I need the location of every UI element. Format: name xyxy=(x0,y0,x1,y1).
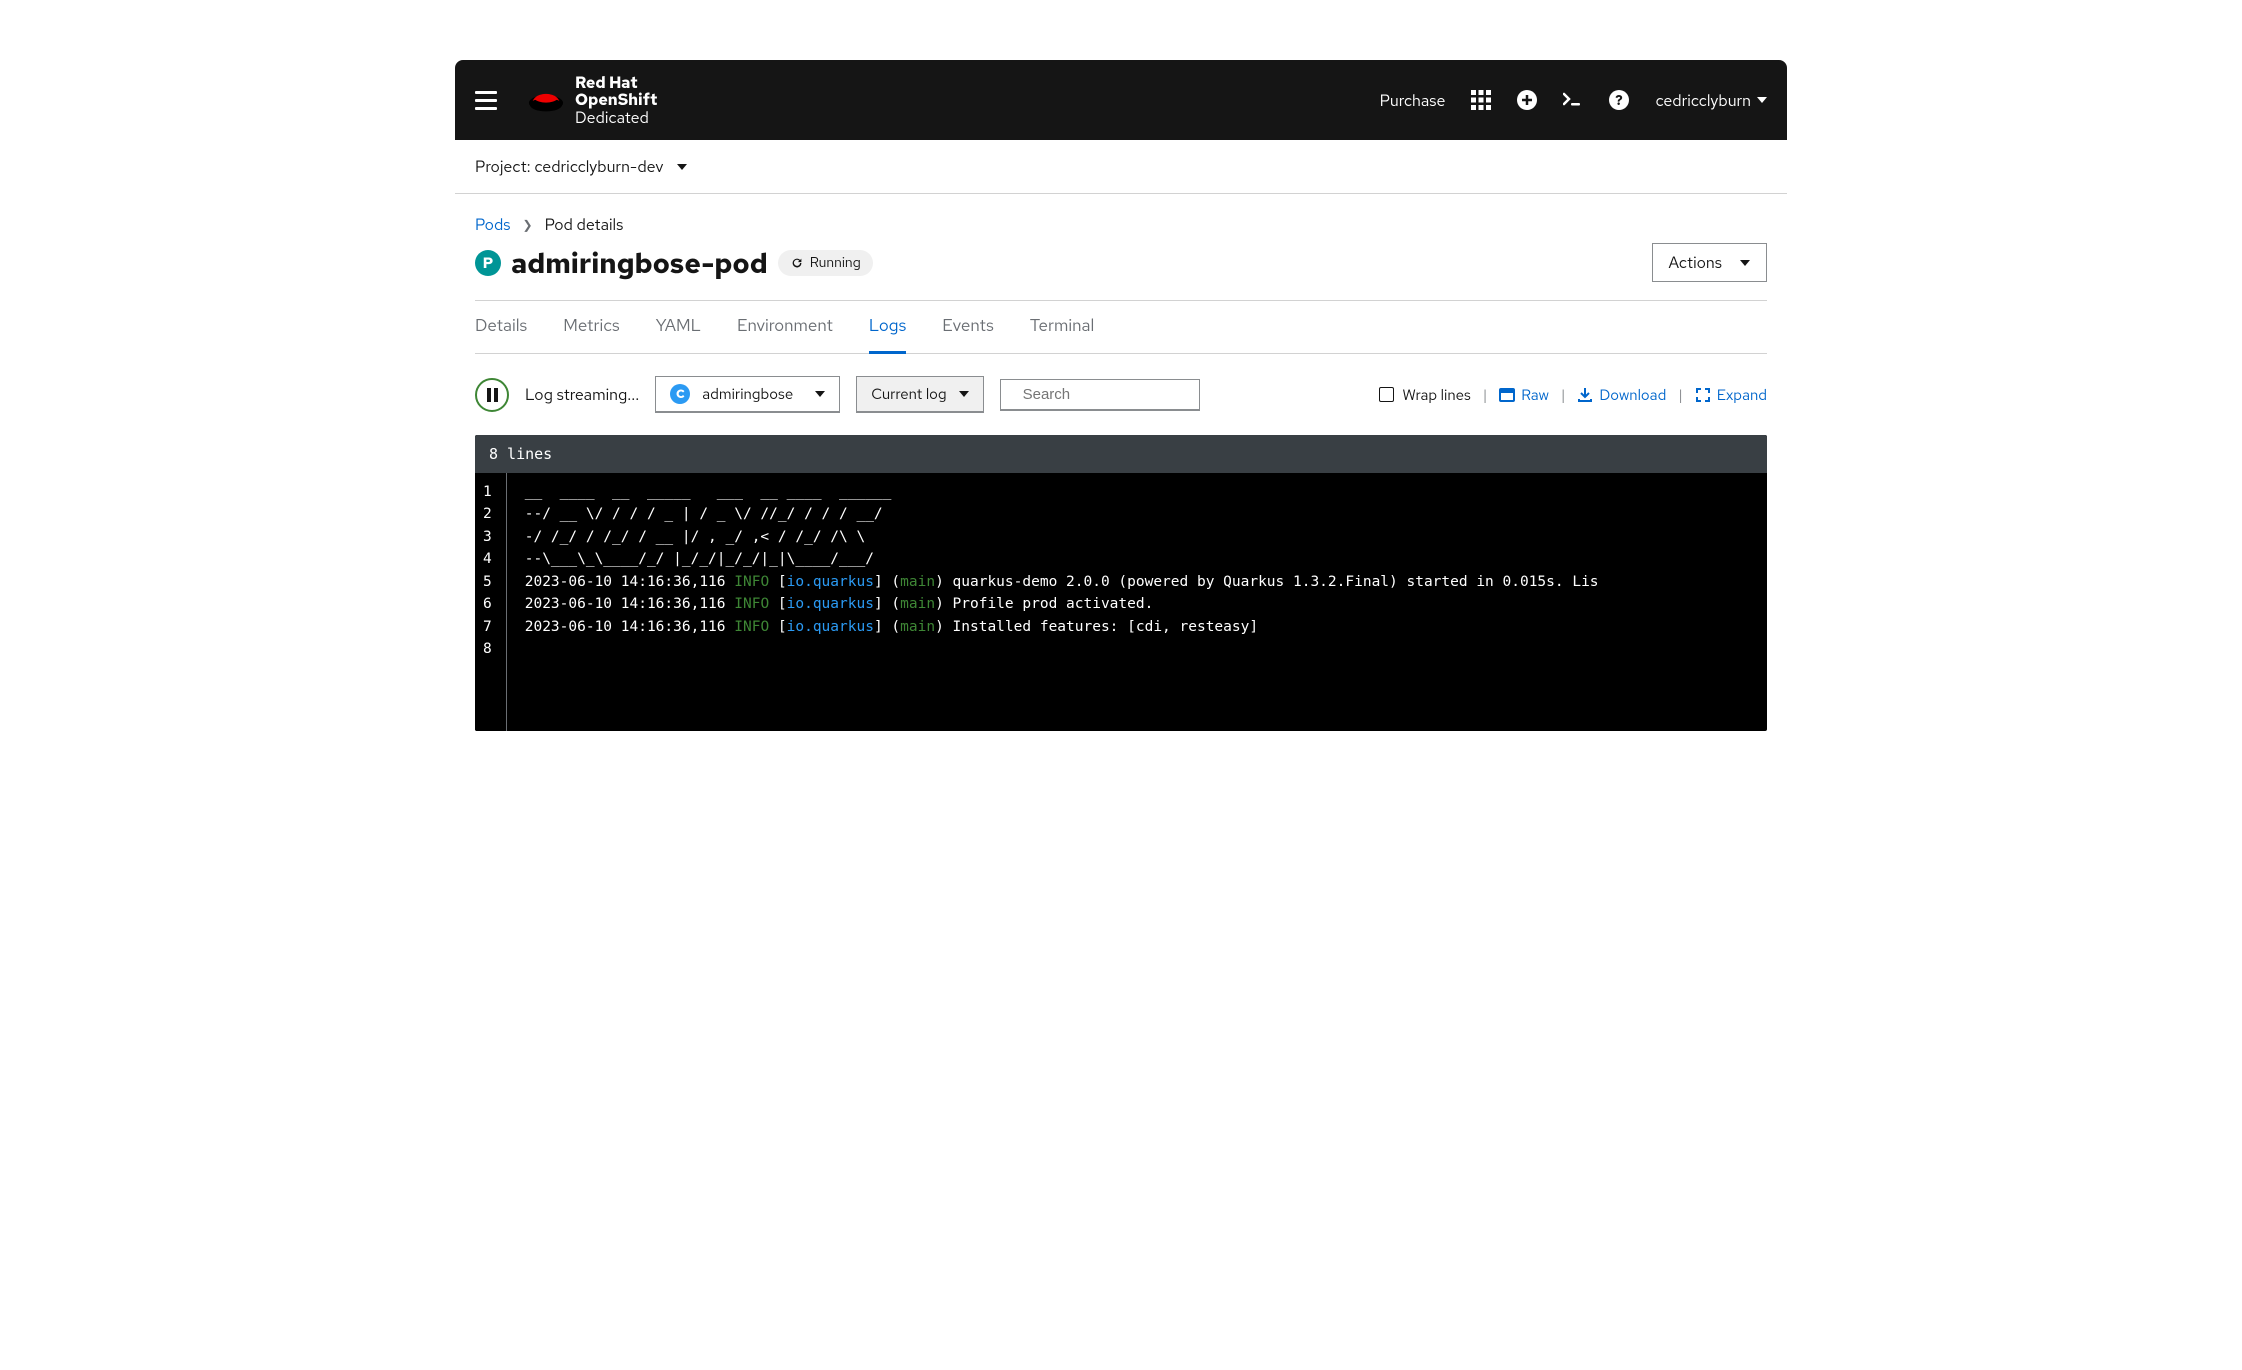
project-label: Project: cedricclyburn-dev xyxy=(475,156,663,177)
breadcrumb: Pods ❯ Pod details xyxy=(475,194,1767,243)
tab-events[interactable]: Events xyxy=(942,301,994,353)
log-line: 2023-06-10 14:16:36,116 INFO [io.quarkus… xyxy=(525,616,1767,638)
container-select[interactable]: C admiringbose xyxy=(655,376,840,413)
pause-stream-button[interactable] xyxy=(475,378,509,412)
help-icon[interactable]: ? xyxy=(1609,90,1629,110)
project-selector[interactable]: Project: cedricclyburn-dev xyxy=(455,140,1787,194)
breadcrumb-root[interactable]: Pods xyxy=(475,214,511,235)
search-input[interactable] xyxy=(1023,386,1222,403)
line-number: 2 xyxy=(483,503,492,525)
log-gutter: 12345678 xyxy=(475,473,507,731)
log-file-label: Current log xyxy=(871,384,946,404)
actions-label: Actions xyxy=(1669,252,1723,273)
status-badge: Running xyxy=(778,250,873,276)
chevron-right-icon: ❯ xyxy=(523,217,533,233)
page-title: admiringbose-pod xyxy=(511,244,768,282)
brand-line-3: Dedicated xyxy=(575,109,657,127)
sync-icon xyxy=(790,256,804,270)
breadcrumb-current: Pod details xyxy=(545,214,624,235)
container-badge: C xyxy=(670,384,690,404)
log-line: 2023-06-10 14:16:36,116 INFO [io.quarkus… xyxy=(525,593,1767,615)
masthead: Red Hat OpenShift Dedicated Purchase ? c… xyxy=(455,60,1787,140)
log-search[interactable] xyxy=(1000,379,1200,411)
log-line-count: 8 lines xyxy=(475,435,1767,473)
tab-yaml[interactable]: YAML xyxy=(656,301,701,353)
caret-down-icon xyxy=(959,391,969,397)
tab-details[interactable]: Details xyxy=(475,301,527,353)
line-number: 4 xyxy=(483,548,492,570)
line-number: 6 xyxy=(483,593,492,615)
download-label: Download xyxy=(1599,385,1666,405)
nav-toggle-button[interactable] xyxy=(475,91,497,110)
add-icon[interactable] xyxy=(1517,90,1537,110)
purchase-link[interactable]: Purchase xyxy=(1380,90,1446,111)
tab-terminal[interactable]: Terminal xyxy=(1030,301,1095,353)
tabs: Details Metrics YAML Environment Logs Ev… xyxy=(475,300,1767,354)
caret-down-icon xyxy=(1757,97,1767,103)
username-label: cedricclyburn xyxy=(1655,90,1751,111)
caret-down-icon xyxy=(677,164,687,170)
log-toolbar: Log streaming... C admiringbose Current … xyxy=(475,354,1767,435)
line-number: 5 xyxy=(483,571,492,593)
terminal-icon[interactable] xyxy=(1563,90,1583,110)
tab-logs[interactable]: Logs xyxy=(869,301,906,354)
log-line: --\___\_\____/_/ |_/_/|_/_/|_|\____/___/ xyxy=(525,548,1767,570)
line-number: 8 xyxy=(483,638,492,660)
tab-environment[interactable]: Environment xyxy=(737,301,833,353)
download-icon xyxy=(1577,387,1593,403)
line-number: 3 xyxy=(483,526,492,548)
checkbox-icon xyxy=(1379,387,1394,402)
stream-status-label: Log streaming... xyxy=(525,384,639,405)
log-line: --/ __ \/ / / / _ | / _ \/ //_/ / / / __… xyxy=(525,503,1767,525)
expand-icon xyxy=(1695,387,1711,403)
line-number: 1 xyxy=(483,481,492,503)
caret-down-icon xyxy=(815,391,825,397)
download-link[interactable]: Download xyxy=(1577,385,1666,405)
log-content[interactable]: __ ____ __ _____ ___ __ ____ ______--/ _… xyxy=(507,473,1767,731)
svg-text:?: ? xyxy=(1616,92,1623,110)
log-line: __ ____ __ _____ ___ __ ____ ______ xyxy=(525,481,1767,503)
raw-link[interactable]: Raw xyxy=(1499,385,1549,405)
brand-logo[interactable]: Red Hat OpenShift Dedicated xyxy=(527,74,1380,127)
expand-label: Expand xyxy=(1717,385,1767,405)
wrap-lines-checkbox[interactable]: Wrap lines xyxy=(1379,385,1471,405)
window-icon xyxy=(1499,387,1515,403)
app-launcher-icon[interactable] xyxy=(1471,90,1491,110)
redhat-fedora-icon xyxy=(527,85,565,115)
status-text: Running xyxy=(810,254,861,272)
log-line: 2023-06-10 14:16:36,116 INFO [io.quarkus… xyxy=(525,571,1767,593)
log-viewer: 8 lines 12345678 __ ____ __ _____ ___ __… xyxy=(475,435,1767,731)
user-menu[interactable]: cedricclyburn xyxy=(1655,90,1767,111)
container-name: admiringbose xyxy=(702,384,793,404)
log-file-select[interactable]: Current log xyxy=(856,376,983,413)
resource-badge: P xyxy=(475,250,501,276)
tab-metrics[interactable]: Metrics xyxy=(563,301,619,353)
caret-down-icon xyxy=(1740,260,1750,266)
log-line: -/ /_/ / /_/ / __ |/ , _/ ,< / /_/ /\ \ xyxy=(525,526,1767,548)
expand-link[interactable]: Expand xyxy=(1695,385,1767,405)
actions-dropdown[interactable]: Actions xyxy=(1652,243,1768,282)
pause-icon xyxy=(487,388,498,402)
line-number: 7 xyxy=(483,616,492,638)
raw-label: Raw xyxy=(1521,385,1549,405)
wrap-lines-label: Wrap lines xyxy=(1402,385,1471,405)
